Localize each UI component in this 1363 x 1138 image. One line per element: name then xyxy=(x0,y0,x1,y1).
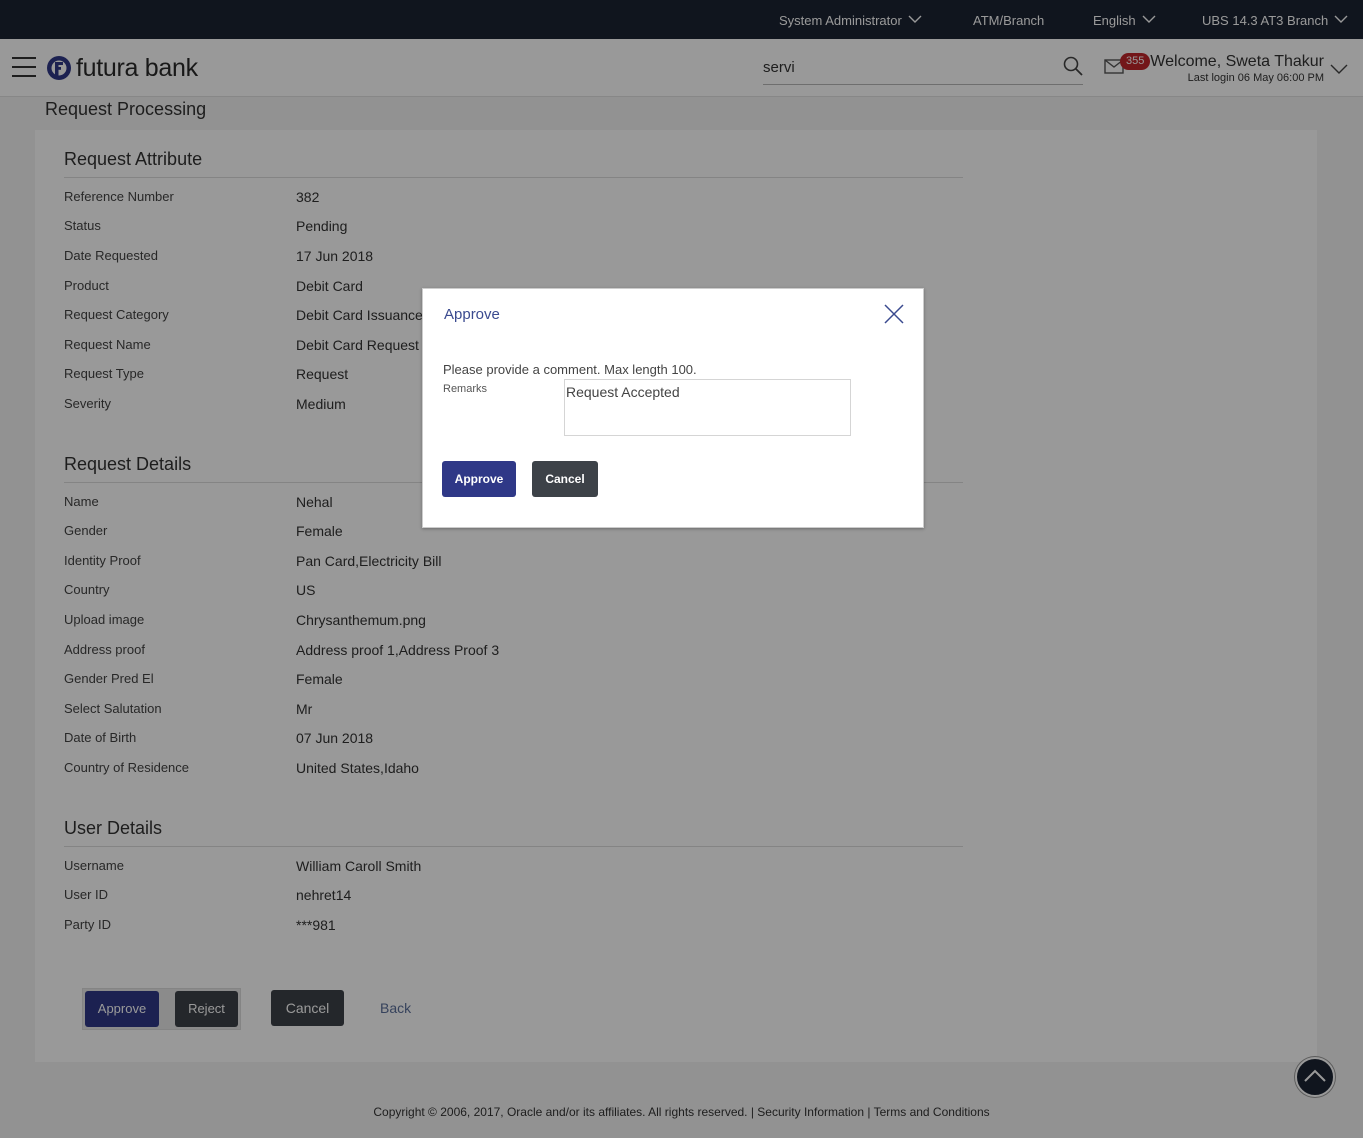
close-icon[interactable] xyxy=(883,303,905,325)
remarks-label: Remarks xyxy=(443,383,488,395)
dialog-cancel-button[interactable]: Cancel xyxy=(532,461,598,497)
dialog-message: Please provide a comment. Max length 100… xyxy=(443,362,697,377)
modal-overlay xyxy=(0,0,1363,1138)
dialog-approve-button[interactable]: Approve xyxy=(442,461,516,497)
dialog-title: Approve xyxy=(444,306,500,323)
remarks-input[interactable]: Request Accepted xyxy=(564,379,851,436)
approve-dialog: Approve Please provide a comment. Max le… xyxy=(422,288,924,528)
